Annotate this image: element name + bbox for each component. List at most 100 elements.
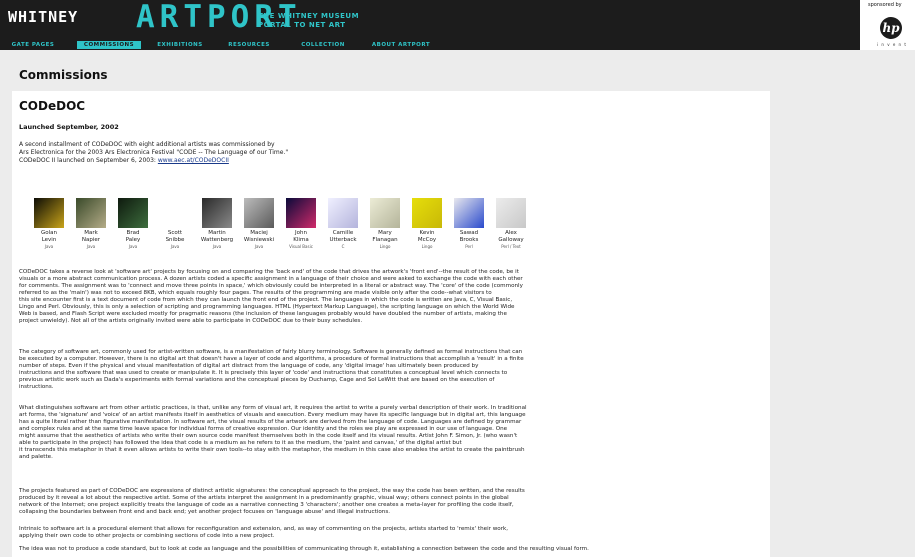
paragraph-line: CODeDOC takes a reverse look at 'softwar…: [19, 269, 519, 275]
sponsor-tagline: i n v e n t: [877, 42, 907, 47]
artist-thumbnail[interactable]: [412, 198, 442, 228]
artist-first-name[interactable]: Scott: [154, 230, 196, 237]
paragraph-line: collapsing the boundaries between front …: [19, 509, 391, 515]
paragraph-line: Web is based, and Flash Script were excl…: [19, 311, 507, 317]
artist-last-name[interactable]: Wisniewski: [238, 237, 280, 244]
paragraph-line: previous artistic work such as Dada's ex…: [19, 377, 495, 383]
artist-first-name[interactable]: Mark: [70, 230, 112, 237]
artist-language: Java: [128, 244, 138, 249]
artist-thumbnail[interactable]: [76, 198, 106, 228]
artist-last-name[interactable]: Klima: [280, 237, 322, 244]
nav-resources[interactable]: RESOURCES: [224, 41, 274, 49]
paragraph-4: The projects featured as part of CODeDOC…: [19, 488, 764, 516]
paragraph-line: Intrinsic to software art is a procedura…: [19, 526, 509, 532]
paragraph-line: network of the Internet; one project exp…: [19, 502, 514, 508]
artist-thumbnail[interactable]: [160, 198, 190, 228]
artist-first-name[interactable]: Maciej: [238, 230, 280, 237]
artist-language: Visual Basic: [289, 244, 313, 249]
artist-thumbnail[interactable]: [286, 198, 316, 228]
artist-first-name[interactable]: John: [280, 230, 322, 237]
codedoc-ii-link[interactable]: www.aec.at/CODeDOCII: [158, 157, 229, 164]
artist-last-name[interactable]: Utterback: [322, 237, 364, 244]
paragraph-line: The idea was not to produce a code stand…: [19, 546, 589, 552]
artist-first-name[interactable]: Sawad: [448, 230, 490, 237]
tagline-line: THE WHITNEY MUSEUM: [258, 12, 360, 20]
artist-language: C: [341, 244, 345, 249]
nav-gate-pages[interactable]: GATE PAGES: [8, 41, 58, 49]
artist-last-name[interactable]: McCoy: [406, 237, 448, 244]
hp-logo[interactable]: hp: [880, 17, 902, 39]
page-title: Commissions: [19, 68, 108, 82]
artist-first-name[interactable]: Kevin: [406, 230, 448, 237]
artist-thumbnail[interactable]: [34, 198, 64, 228]
paragraph-line: art forms, the 'signature' and 'voice' o…: [19, 412, 526, 418]
artist-language: Java: [170, 244, 180, 249]
sponsor-label: sponsored by: [868, 2, 902, 8]
artist-grid: Golan Levin Java Mark Napier Java Brad Paley Jav…: [28, 198, 588, 258]
artist-thumbnail[interactable]: [202, 198, 232, 228]
nav-commissions[interactable]: COMMISSIONS: [77, 41, 141, 49]
artist-first-name[interactable]: Martin: [196, 230, 238, 237]
artist-thumbnail[interactable]: [118, 198, 148, 228]
intro-line: A second installment of CODeDOC with eig…: [19, 141, 275, 148]
paragraph-line: produced by it reveal a lot about the re…: [19, 495, 509, 501]
artist-language: Java: [44, 244, 54, 249]
artist-last-name[interactable]: Galloway: [490, 237, 532, 244]
paragraph-line: Lingo and Perl. Obviously, this is only …: [19, 304, 515, 310]
paragraph-line: has a quite literal rather than figurati…: [19, 419, 522, 425]
whitney-logo[interactable]: WHITNEY: [8, 8, 78, 26]
paragraph-line: able to participate in the project) has …: [19, 440, 462, 446]
tagline-line: PORTAL TO NET ART: [258, 21, 346, 29]
artist-last-name[interactable]: Flanagan: [364, 237, 406, 244]
nav-exhibitions[interactable]: EXHIBITIONS: [152, 41, 208, 49]
paragraph-2: The category of software art, commonly u…: [19, 349, 764, 391]
artist-language: Java: [254, 244, 264, 249]
artist-first-name[interactable]: Brad: [112, 230, 154, 237]
artist-first-name[interactable]: Alex: [490, 230, 532, 237]
artist-last-name[interactable]: Napier: [70, 237, 112, 244]
paragraph-line: number of steps. Even if the physical an…: [19, 363, 479, 369]
paragraph-line: instructions.: [19, 384, 54, 390]
artist-thumbnail[interactable]: [454, 198, 484, 228]
paragraph-line: instructions and the software that was u…: [19, 370, 508, 376]
paragraph-line: this site encounter first is a text docu…: [19, 297, 513, 303]
artist-first-name[interactable]: Golan: [28, 230, 70, 237]
nav-about-artport[interactable]: ABOUT ARTPORT: [366, 41, 436, 49]
paragraph-6: The idea was not to produce a code stand…: [19, 546, 764, 553]
artist-last-name[interactable]: Levin: [28, 237, 70, 244]
paragraph-line: The category of software art, commonly u…: [19, 349, 523, 355]
artist-last-name[interactable]: Paley: [112, 237, 154, 244]
artist-language: Perl / Text: [501, 244, 521, 249]
nav-collection[interactable]: COLLECTION: [295, 41, 351, 49]
artist-first-name[interactable]: Mary: [364, 230, 406, 237]
paragraph-1: CODeDOC takes a reverse look at 'softwar…: [19, 269, 764, 325]
paragraph-line: What distinguishes software art from oth…: [19, 405, 527, 411]
paragraph-line: The projects featured as part of CODeDOC…: [19, 488, 525, 494]
intro-line: CODeDOC II launched on September 6, 2003…: [19, 157, 439, 165]
artist-language: Java: [212, 244, 222, 249]
artist-last-name[interactable]: Wattenberg: [196, 237, 238, 244]
paragraph-line: visuals or a more abstract communication…: [19, 276, 523, 282]
launch-date: Launched September, 2002: [19, 123, 119, 131]
artist-language: Lingo: [421, 244, 433, 249]
artist-last-name[interactable]: Brooks: [448, 237, 490, 244]
paragraph-line: might assume that the aesthetics of arti…: [19, 433, 518, 439]
paragraph-line: and complex rules and at the same time l…: [19, 426, 508, 432]
artist-language: Java: [86, 244, 96, 249]
paragraph-line: project unwieldy). Not all of the artist…: [19, 318, 363, 324]
paragraph-line: and palette.: [19, 454, 53, 460]
paragraph-line: referred to as the 'main') was not to ex…: [19, 290, 492, 296]
paragraph-line: it transcends this metaphor in that it e…: [19, 447, 525, 453]
paragraph-5: Intrinsic to software art is a procedura…: [19, 526, 764, 540]
artist-first-name[interactable]: Camille: [322, 230, 364, 237]
artist-last-name[interactable]: Snibbe: [154, 237, 196, 244]
artist-thumbnail[interactable]: [244, 198, 274, 228]
intro-line: Ars Electronica for the 2003 Ars Electro…: [19, 149, 289, 156]
paragraph-line: be executed by a computer. However, ther…: [19, 356, 524, 362]
artist-thumbnail[interactable]: [328, 198, 358, 228]
sponsor-box: sponsored by hp i n v e n t: [860, 0, 915, 50]
artist-thumbnail[interactable]: [496, 198, 526, 228]
artist-thumbnail[interactable]: [370, 198, 400, 228]
artist-language: Perl: [465, 244, 473, 249]
paragraph-line: applying their own code to other project…: [19, 533, 275, 539]
